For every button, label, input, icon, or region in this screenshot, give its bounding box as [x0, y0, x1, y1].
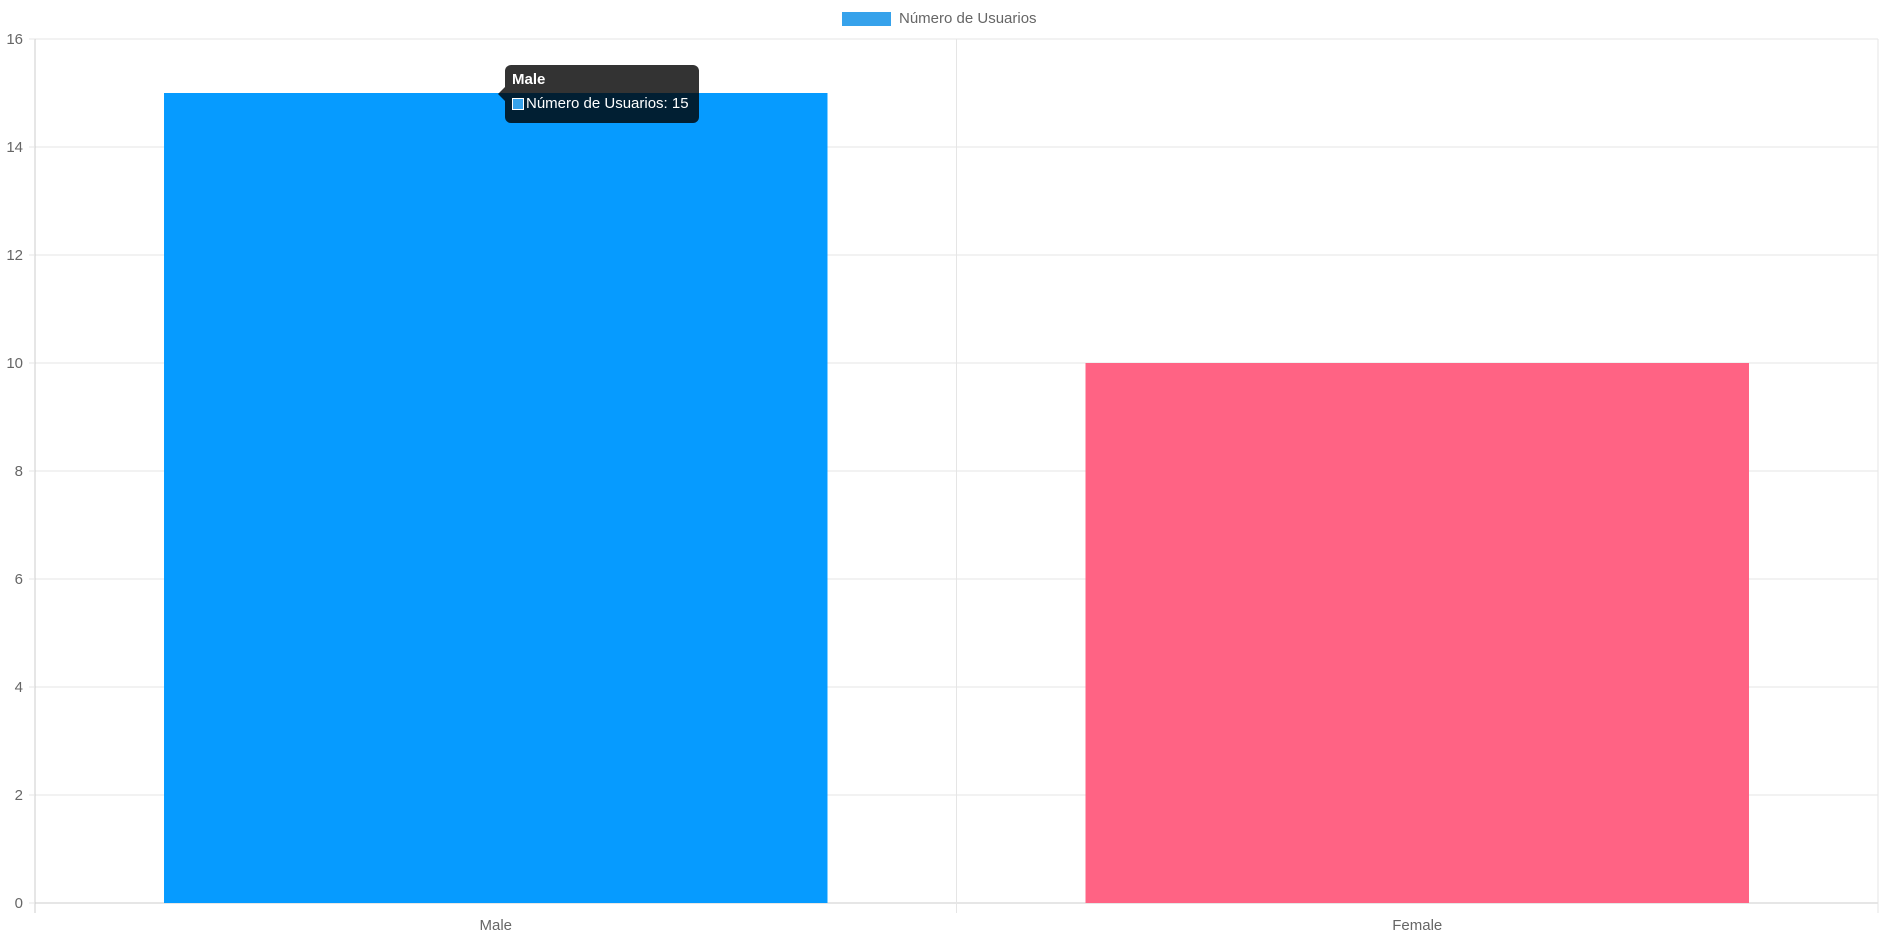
legend-label[interactable]: Número de Usuarios	[899, 10, 1037, 27]
y-tick-label: 2	[15, 787, 23, 804]
bar-chart: 0 2 4 6 8 10 12 14 16 Male Female Número de Usuari…	[6, 10, 1879, 934]
bar-male[interactable]	[164, 93, 828, 903]
x-tick-label: Female	[1392, 917, 1442, 934]
y-tick-label: 8	[15, 463, 23, 480]
legend[interactable]: Número de Usuarios	[842, 10, 1037, 27]
legend-swatch[interactable]	[842, 12, 891, 26]
tooltip-body-row: Número de Usuarios: 15	[512, 95, 692, 113]
y-tick-label: 4	[15, 679, 23, 696]
chart-container: 0 2 4 6 8 10 12 14 16 Male Female Número de Usuari…	[0, 0, 1879, 939]
tooltip-color-swatch	[512, 98, 524, 110]
y-tick-label: 16	[6, 31, 23, 48]
y-tick-label: 0	[15, 895, 23, 912]
y-tick-label: 14	[6, 139, 23, 156]
y-tick-label: 12	[6, 247, 23, 264]
tooltip: Male Número de Usuarios: 15	[498, 65, 699, 123]
y-tick-label: 10	[6, 355, 23, 372]
bar-female[interactable]	[1085, 363, 1749, 903]
tooltip-title: Male	[512, 71, 546, 88]
tooltip-body-text: Número de Usuarios: 15	[526, 95, 689, 112]
y-tick-label: 6	[15, 571, 23, 588]
x-tick-label: Male	[479, 917, 512, 934]
